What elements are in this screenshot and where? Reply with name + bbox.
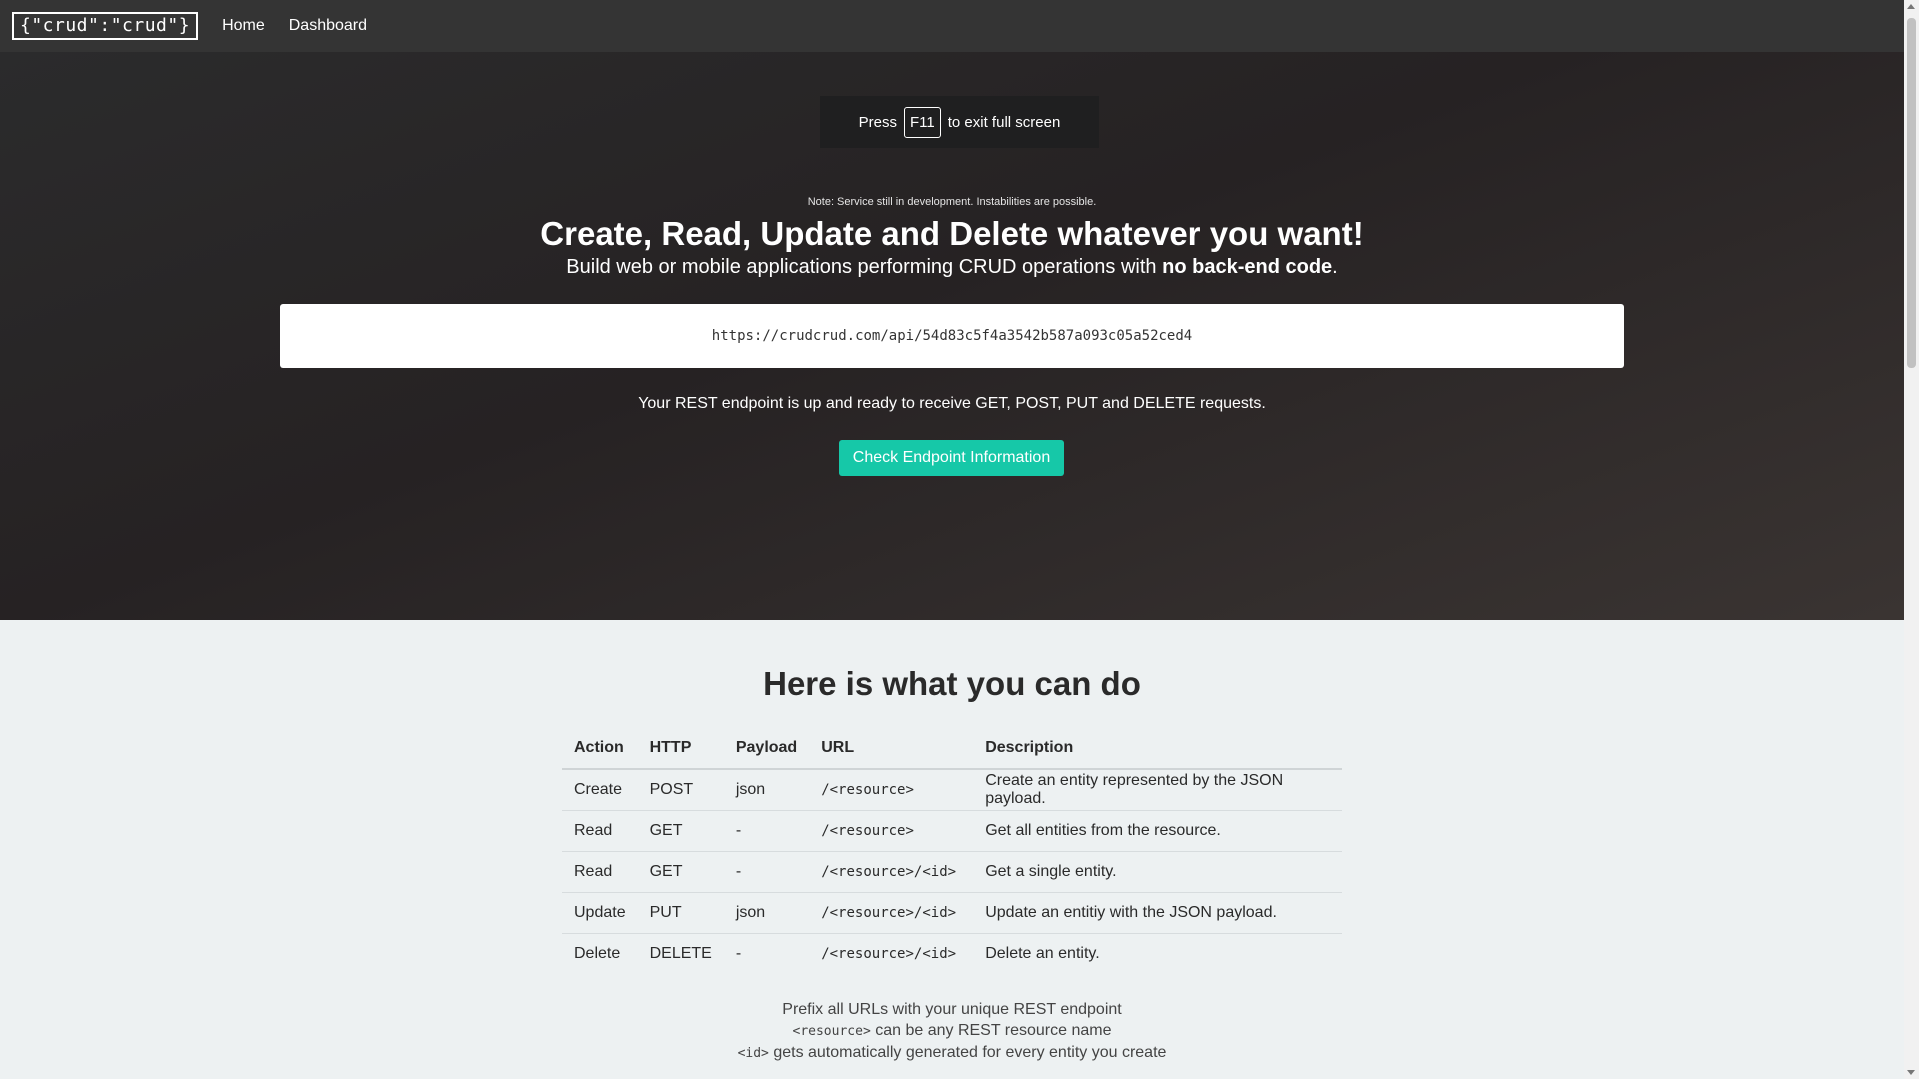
fullscreen-key: F11 <box>904 106 941 138</box>
footnote-resource-text: can be any REST resource name <box>870 1022 1112 1039</box>
cell-payload: - <box>723 851 810 893</box>
footnote-resource: <resource> can be any REST resource name <box>0 1020 1904 1042</box>
cell-payload: - <box>723 810 810 852</box>
cell-description: Delete an entity. <box>985 945 1100 962</box>
header-description: Description <box>973 728 1342 770</box>
cell-http: GET <box>637 851 724 893</box>
hero-section: Press F11 to exit full screen Note: Serv… <box>0 52 1904 620</box>
table-header-row: Action HTTP Payload URL Description <box>562 728 1342 770</box>
cell-url: /<resource>/<id> <box>809 892 974 934</box>
hero-subtitle-bold: no back-end code <box>1162 256 1333 278</box>
nav-link-dashboard[interactable]: Dashboard <box>289 17 367 35</box>
endpoint-url[interactable]: https://crudcrud.com/api/54d83c5f4a3542b… <box>712 328 1192 344</box>
cell-description: Get a single entity. <box>973 851 1342 893</box>
vertical-scrollbar[interactable] <box>1904 0 1919 1079</box>
fullscreen-banner: Press F11 to exit full screen <box>820 96 1099 148</box>
header-url: URL <box>809 728 974 770</box>
endpoint-url-box[interactable]: https://crudcrud.com/api/54d83c5f4a3542b… <box>280 304 1624 368</box>
fullscreen-exit-text: to exit full screen <box>947 113 1061 131</box>
table-row: Create POST json /<resource> Create an e… <box>562 769 1342 811</box>
cell-url: /<resource>/<id> <box>821 946 957 962</box>
cell-url: /<resource> <box>809 769 974 811</box>
brand-logo[interactable]: {"crud":"crud"} <box>12 12 199 40</box>
cell-http: GET <box>637 810 724 852</box>
footnote-resource-code: <resource> <box>792 1024 871 1039</box>
cell-description: Create an entity represented by the JSON… <box>973 769 1342 811</box>
cell-payload: json <box>723 769 810 811</box>
table-row: Read GET - /<resource> Get all entities … <box>562 810 1342 852</box>
footnotes: Prefix all URLs with your unique REST en… <box>0 999 1904 1064</box>
cell-action: Read <box>562 810 638 852</box>
table-row: Read GET - /<resource>/<id> Get a single… <box>562 851 1342 893</box>
cell-http: DELETE <box>649 945 712 962</box>
scroll-down-arrow-icon[interactable] <box>1907 1070 1915 1075</box>
cell-action: Create <box>562 769 638 811</box>
hero-title: Create, Read, Update and Delete whatever… <box>540 215 1364 252</box>
table-row: Update PUT json /<resource>/<id> Update … <box>562 892 1342 934</box>
check-endpoint-button[interactable]: Check Endpoint Information <box>839 440 1064 476</box>
footnote-id-text: gets automatically generated for every e… <box>768 1044 1167 1061</box>
endpoint-ready-text: Your REST endpoint is up and ready to re… <box>638 395 1266 412</box>
cell-description: Get all entities from the resource. <box>973 810 1342 852</box>
scroll-up-arrow-icon[interactable] <box>1907 4 1915 9</box>
header-action: Action <box>562 728 638 770</box>
footnote-id-code: <id> <box>737 1046 769 1061</box>
hero-subtitle-suffix: . <box>1332 256 1338 278</box>
cell-http: POST <box>637 769 724 811</box>
fullscreen-press-text: Press <box>858 113 898 131</box>
hero-subtitle-prefix: Build web or mobile applications perform… <box>566 256 1163 278</box>
footnote-prefix: Prefix all URLs with your unique REST en… <box>782 1001 1122 1018</box>
cell-description: Update an entitiy with the JSON payload. <box>973 892 1342 934</box>
hero-subtitle: Build web or mobile applications perform… <box>0 256 1904 279</box>
cell-action: Update <box>562 892 638 934</box>
scrollbar-thumb[interactable] <box>1907 18 1916 368</box>
footnote-id: <id> gets automatically generated for ev… <box>0 1042 1904 1064</box>
top-navbar: {"crud":"crud"} Home Dashboard <box>0 0 1904 52</box>
table-row: Delete DELETE - /<resource>/<id> Delete … <box>562 934 1342 975</box>
cell-url: /<resource>/<id> <box>809 851 974 893</box>
nav-link-home[interactable]: Home <box>222 17 265 35</box>
cell-payload: - <box>735 945 742 962</box>
cell-url: /<resource> <box>809 810 974 852</box>
cell-payload: json <box>723 892 810 934</box>
cell-action: Read <box>562 851 638 893</box>
header-payload: Payload <box>723 728 810 770</box>
section-title: Here is what you can do <box>763 665 1141 702</box>
header-http: HTTP <box>637 728 724 770</box>
cell-action: Delete <box>574 945 621 962</box>
cell-http: PUT <box>637 892 724 934</box>
api-operations-table: Action HTTP Payload URL Description Crea… <box>562 728 1342 974</box>
dev-note: Note: Service still in development. Inst… <box>807 196 1097 208</box>
